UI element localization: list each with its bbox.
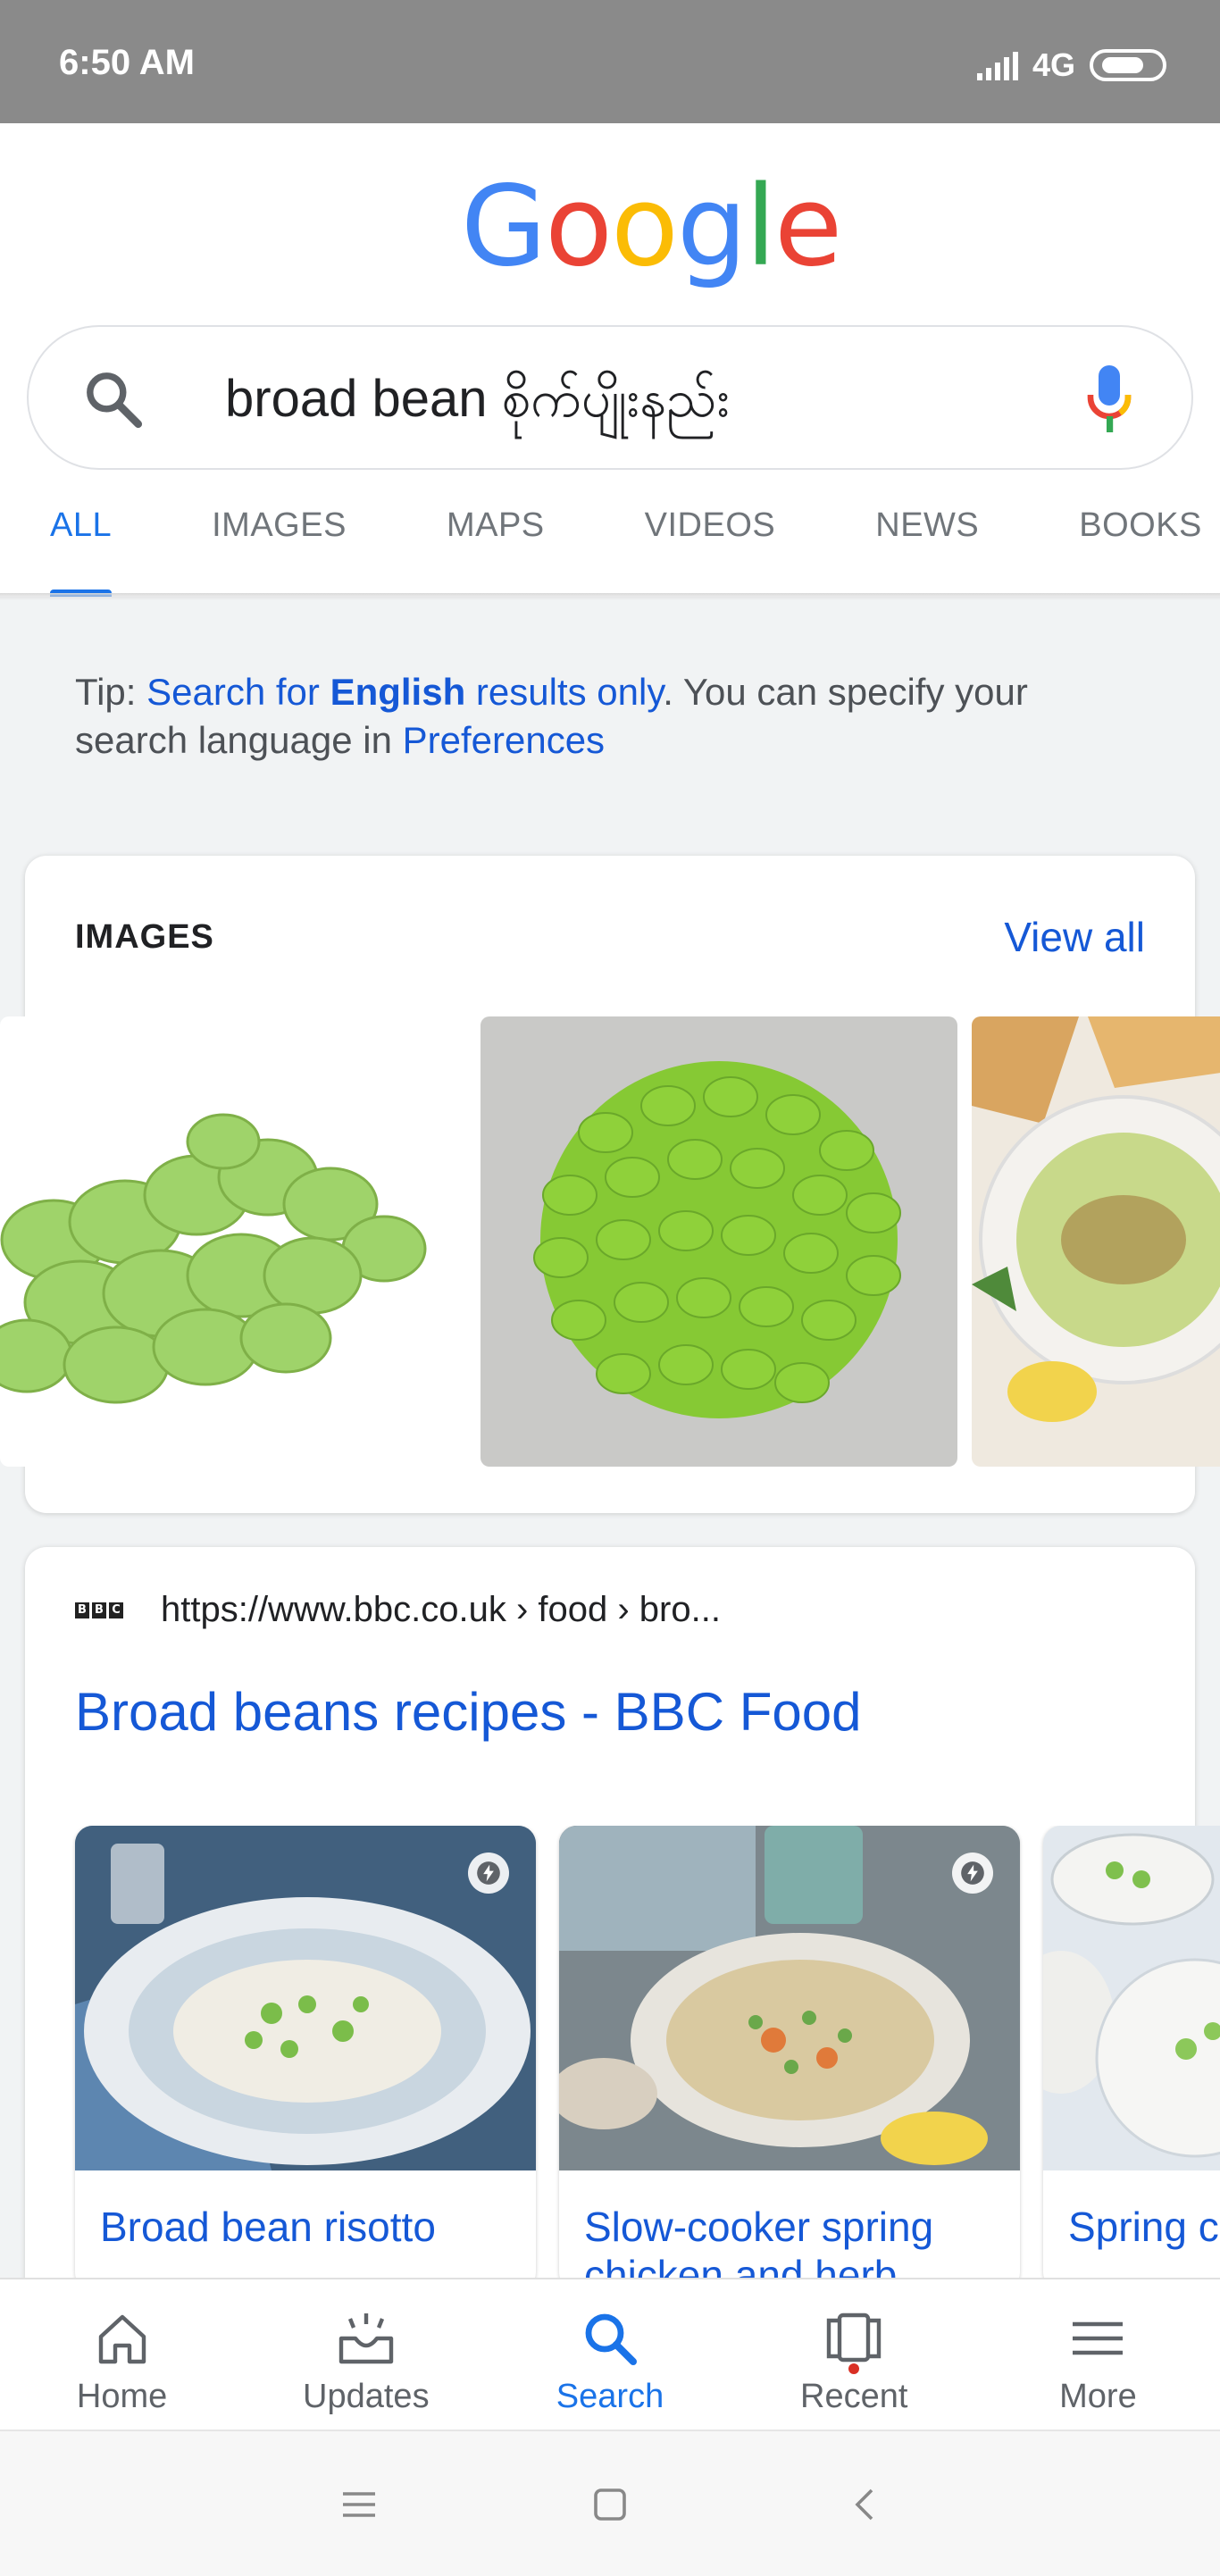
result-title-link[interactable]: Broad beans recipes - BBC Food — [75, 1681, 861, 1743]
recipe-card[interactable]: Slow-cooker spring chicken and herb — [559, 1826, 1020, 2290]
tab-all[interactable]: ALL — [0, 481, 162, 597]
signal-icon — [976, 50, 1018, 80]
english-results-link[interactable]: Search for English results only — [146, 671, 663, 713]
nav-home[interactable]: Home — [0, 2279, 244, 2430]
image-thumbnail[interactable] — [972, 1016, 1220, 1467]
header-shadow — [0, 593, 1220, 600]
recipe-image — [75, 1826, 536, 2170]
menu-icon — [1073, 2321, 1124, 2355]
recipe-title[interactable]: Spring c — [1068, 2203, 1220, 2251]
home-icon — [98, 2314, 146, 2364]
recipe-image — [1043, 1826, 1220, 2170]
recipe-card[interactable]: Spring c — [1043, 1826, 1220, 2290]
bbc-logo-letter: C — [109, 1602, 123, 1618]
tab-books[interactable]: BOOKS — [1029, 481, 1220, 597]
preferences-link[interactable]: Preferences — [403, 719, 605, 761]
nav-label: Home — [76, 2378, 168, 2415]
nav-recent[interactable]: Recent — [732, 2279, 976, 2430]
tab-videos[interactable]: VIDEOS — [595, 481, 826, 597]
language-tip: Tip: Search for English results only. Yo… — [75, 668, 1147, 765]
image-thumbnail[interactable] — [480, 1016, 957, 1467]
nav-label: More — [1059, 2378, 1137, 2415]
search-header: Google broad bean စိုက်ပျိုးနည်း ALL IMA… — [0, 123, 1220, 597]
logo-letter: o — [610, 163, 679, 291]
nav-more[interactable]: More — [976, 2279, 1220, 2430]
images-section-label: IMAGES — [75, 918, 214, 956]
recipe-card[interactable]: Broad bean risotto — [75, 1826, 536, 2290]
image-carousel[interactable] — [0, 1016, 1220, 1467]
network-type: 4G — [1032, 46, 1075, 83]
mic-icon[interactable] — [1082, 363, 1136, 438]
tip-link-end: results only — [465, 671, 664, 713]
tip-prefix: Tip: — [75, 671, 147, 713]
nav-label: Updates — [303, 2378, 430, 2415]
google-logo[interactable]: Google — [461, 163, 842, 291]
tab-images[interactable]: IMAGES — [162, 481, 397, 597]
recipe-image — [559, 1826, 1020, 2170]
bbc-logo-letter: B — [92, 1602, 106, 1618]
search-icon[interactable] — [80, 366, 146, 432]
back-chevron-icon[interactable] — [845, 2483, 888, 2526]
tab-maps[interactable]: MAPS — [397, 481, 595, 597]
bbc-logo-icon: B B C — [75, 1602, 123, 1618]
tip-link-start: Search for — [146, 671, 330, 713]
nav-updates[interactable]: Updates — [244, 2279, 488, 2430]
logo-letter: G — [461, 163, 547, 291]
view-all-link[interactable]: View all — [1004, 913, 1145, 961]
bottom-navigation: Home Updates Search Recent More — [0, 2278, 1220, 2430]
logo-letter: o — [545, 163, 613, 291]
result-url[interactable]: https://www.bbc.co.uk › food › bro... — [161, 1590, 721, 1630]
bbc-logo-letter: B — [75, 1602, 89, 1618]
nav-label: Search — [556, 2378, 664, 2415]
recents-menu-icon[interactable] — [338, 2483, 380, 2526]
search-input[interactable]: broad bean စိုက်ပျိုးနည်း — [225, 366, 730, 432]
nav-label: Recent — [800, 2378, 908, 2415]
amp-lightning-icon — [468, 1853, 509, 1894]
nav-search[interactable]: Search — [488, 2279, 731, 2430]
system-navigation-bar — [0, 2430, 1220, 2576]
status-bar: 6:50 AM 4G — [0, 0, 1220, 123]
status-time: 6:50 AM — [59, 43, 195, 82]
tab-news[interactable]: NEWS — [825, 481, 1029, 597]
battery-icon — [1090, 49, 1166, 81]
logo-letter: l — [745, 163, 776, 291]
recipe-carousel[interactable]: Broad bean risotto Slow-cooker spring ch… — [0, 1826, 1220, 2290]
logo-letter: g — [676, 163, 748, 291]
updates-icon — [338, 2313, 393, 2364]
home-square-icon[interactable] — [589, 2483, 631, 2526]
image-thumbnail[interactable] — [0, 1016, 466, 1467]
amp-lightning-icon — [952, 1853, 993, 1894]
tip-link-bold: English — [330, 671, 466, 713]
logo-letter: e — [774, 163, 842, 291]
search-icon — [585, 2313, 637, 2365]
recipe-title[interactable]: Broad bean risotto — [100, 2203, 514, 2251]
status-icons: 4G — [976, 46, 1166, 84]
search-tabs: ALL IMAGES MAPS VIDEOS NEWS BOOKS — [0, 481, 1220, 597]
search-box[interactable]: broad bean စိုက်ပျိုးနည်း — [27, 325, 1193, 470]
